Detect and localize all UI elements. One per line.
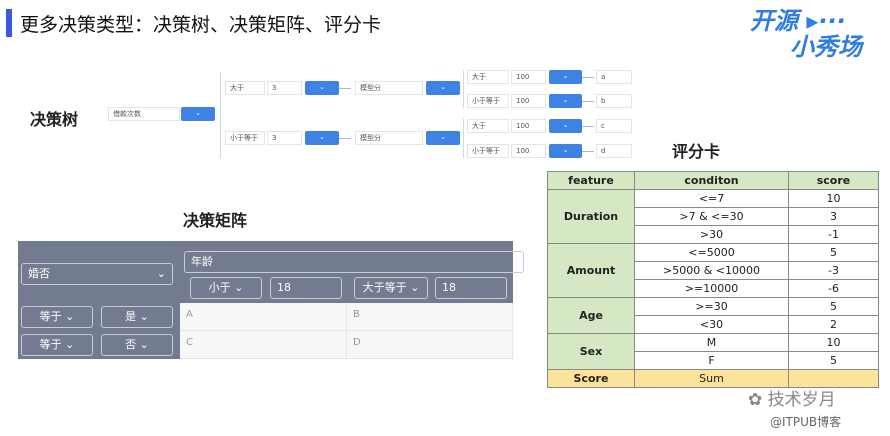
scorecard-label: 评分卡 [672,142,721,161]
leaf-op-select[interactable]: 小于等于 [467,144,509,158]
dropdown-button[interactable]: ⌄ [305,131,339,145]
model-select[interactable]: 模型分 [355,81,423,95]
connector [582,126,594,127]
branch-connector [220,72,221,158]
leaf-result-input[interactable]: a [596,70,632,84]
logo: 开源 ▸··· 小秀场 [750,7,862,61]
matrix-cell[interactable]: C [180,331,347,359]
score-cell: 5 [788,351,879,370]
leaf-value-input[interactable]: 100 [511,144,546,158]
row1-value-select[interactable]: 是 ⌄ [101,306,173,328]
col2-value-input[interactable]: 18 [435,277,507,299]
table-header: feature conditon score [547,171,879,190]
condition-cell: >=30 [634,297,789,316]
leaf-connector [463,70,464,108]
dropdown-button[interactable]: ⌄ [426,81,460,95]
score-cell: 2 [788,315,879,334]
leaf-value-input[interactable]: 100 [511,94,546,108]
dropdown-button[interactable]: ⌄ [549,94,582,108]
row-field-select[interactable]: 婚否 ⌄ [21,263,173,285]
root-field-select[interactable]: 借款次数 [108,107,180,121]
connector [582,151,594,152]
row2-value-select[interactable]: 否 ⌄ [101,334,173,356]
leaf-op-select[interactable]: 大于 [467,119,509,133]
condition-cell: >7 & <=30 [634,207,789,226]
condition-cell: <=5000 [634,243,789,262]
leaf-op-select[interactable]: 小于等于 [467,94,509,108]
branch-value-input[interactable]: 3 [267,81,302,95]
dropdown-button[interactable]: ⌄ [426,131,460,145]
col1-op-select[interactable]: 小于 ⌄ [190,277,262,299]
score-cell: 3 [788,207,879,226]
row1-op-select[interactable]: 等于 ⌄ [21,306,93,328]
leaf-result-input[interactable]: d [596,144,632,158]
leaf-connector [463,119,464,158]
score-cell: -6 [788,279,879,298]
col-field-select[interactable]: 年龄 [184,251,524,273]
feature-cell: Age [547,297,635,334]
score-cell: 5 [788,243,879,262]
score-cell: -3 [788,261,879,280]
dropdown-button[interactable]: ⌄ [549,119,582,133]
row2-op-select[interactable]: 等于 ⌄ [21,334,93,356]
leaf-value-input[interactable]: 100 [511,119,546,133]
leaf-value-input[interactable]: 100 [511,70,546,84]
condition-cell: >30 [634,225,789,244]
connector [339,88,351,89]
table-row: Age >=30 5 [547,297,879,334]
feature-cell: Duration [547,189,635,244]
dropdown-button[interactable]: ⌄ [549,144,582,158]
matrix-cell[interactable]: A [180,303,347,331]
matrix-cell[interactable]: D [347,331,513,359]
connector [582,101,594,102]
header-cell: conditon [634,171,789,190]
col2-op-select[interactable]: 大于等于 ⌄ [354,277,428,299]
branch-value-input[interactable]: 3 [267,131,302,145]
score-cell: 10 [788,333,879,352]
page-title: 更多决策类型：决策树、决策矩阵、评分卡 [20,14,382,36]
condition-cell: F [634,351,789,370]
dropdown-button[interactable]: ⌄ [181,107,215,121]
table-row: Sex M 10 [547,333,879,370]
total-cell: Score [547,369,635,388]
header-cell: feature [547,171,635,190]
matrix-label: 决策矩阵 [183,211,248,230]
branch-op-select[interactable]: 小于等于 [225,131,265,145]
scorecard-table: feature conditon score Duration <=7 10 >7 & <=… [547,171,879,388]
connector [339,138,351,139]
score-cell: 10 [788,189,879,208]
branch-op-select[interactable]: 大于 [225,81,265,95]
feature-cell: Sex [547,333,635,370]
condition-cell: <30 [634,315,789,334]
table-row: Amount <=5000 5 [547,243,879,298]
header-cell: score [788,171,879,190]
site-watermark: @ITPUB博客 [770,415,842,429]
feature-cell: Amount [547,243,635,298]
matrix-cell[interactable]: B [347,303,513,331]
col1-value-input[interactable]: 18 [270,277,342,299]
condition-cell: >=10000 [634,279,789,298]
condition-cell: <=7 [634,189,789,208]
tree-label: 决策树 [30,110,79,129]
leaf-op-select[interactable]: 大于 [467,70,509,84]
wechat-watermark: ✿ 技术岁月 [748,390,836,410]
table-row: Duration <=7 10 [547,189,879,244]
score-cell: 5 [788,297,879,316]
connector [582,77,594,78]
score-cell: -1 [788,225,879,244]
dropdown-button[interactable]: ⌄ [549,70,582,84]
dropdown-button[interactable]: ⌄ [305,81,339,95]
condition-cell: M [634,333,789,352]
condition-cell: >5000 & <10000 [634,261,789,280]
leaf-result-input[interactable]: c [596,119,632,133]
leaf-result-input[interactable]: b [596,94,632,108]
decision-matrix: 婚否 ⌄ 年龄 小于 ⌄ 18 大于等于 ⌄ 18 等于 ⌄ 是 ⌄ 等于 ⌄ 否… [18,241,524,359]
model-select[interactable]: 模型分 [355,131,423,145]
title-accent-bar [6,9,12,37]
